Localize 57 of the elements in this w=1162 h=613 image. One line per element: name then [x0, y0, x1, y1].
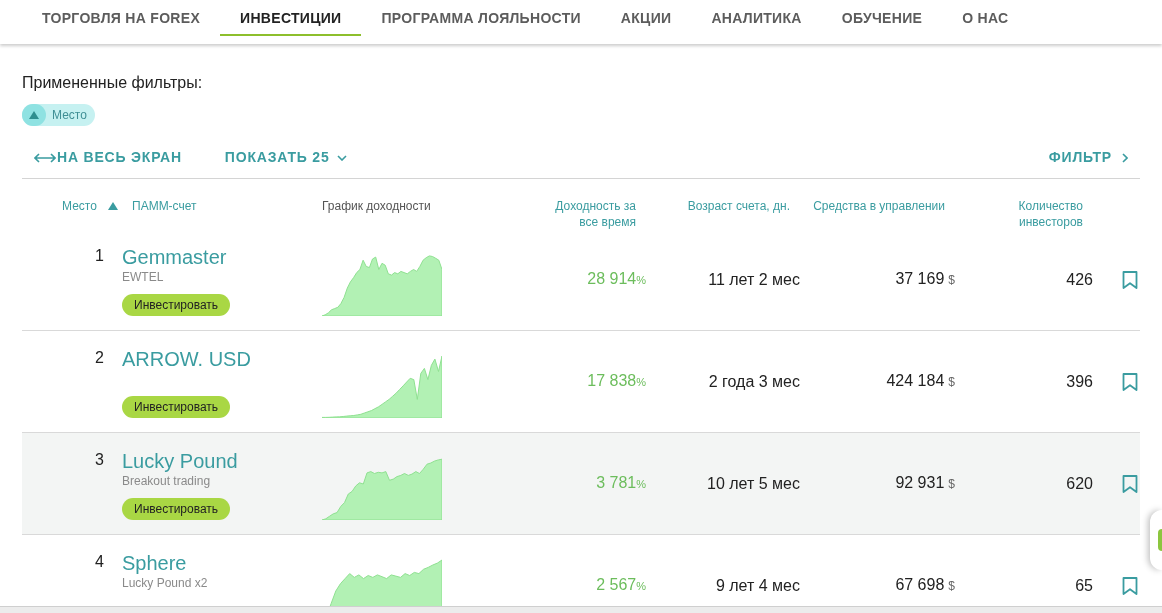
show-count-dropdown[interactable]: ПОКАЗАТЬ 25	[224, 147, 347, 168]
filter-button[interactable]: ФИЛЬТР	[1048, 147, 1128, 168]
nav-tab[interactable]: О НАС	[942, 0, 1029, 36]
nav-tab[interactable]: АНАЛИТИКА	[691, 0, 822, 36]
account-subtitle: Lucky Pound x2	[122, 575, 208, 591]
yield-value: 2 567%	[596, 575, 646, 595]
account-age: 2 года 3 мес	[708, 371, 800, 392]
fullscreen-button[interactable]: НА ВЕСЬ ЭКРАН	[34, 147, 182, 168]
funds-amount: 92 931 $	[895, 473, 955, 493]
yield-value: 28 914%	[587, 269, 646, 289]
column-header[interactable]: Место	[42, 198, 97, 214]
yield-value: 17 838%	[587, 371, 646, 391]
nav-tab[interactable]: ТОРГОВЛЯ НА FOREX	[22, 0, 221, 36]
account-name-link[interactable]: Gemmaster	[122, 245, 227, 269]
funds-amount: 67 698 $	[895, 575, 955, 595]
nav-tab[interactable]: ПРОГРАММА ЛОЯЛЬНОСТИ	[361, 0, 601, 36]
column-header[interactable]: Доходность за все время	[534, 198, 646, 230]
account-name-link[interactable]: Sphere	[122, 551, 187, 575]
applied-filters-title: Примененные фильтры:	[22, 73, 204, 93]
chevron-down-icon	[336, 154, 347, 161]
chevron-right-icon	[1122, 152, 1128, 163]
account-name-link[interactable]: Lucky Pound	[122, 449, 238, 473]
account-subtitle: EWTEL	[122, 269, 164, 285]
bookmark-icon[interactable]	[1122, 576, 1138, 595]
account-subtitle: Breakout trading	[122, 473, 211, 489]
column-header[interactable]: Количество инвесторов	[1013, 198, 1093, 230]
column-header[interactable]: Возраст счета, дн.	[687, 198, 800, 214]
account-name-link[interactable]: ARROW. USD	[122, 347, 251, 371]
nav-tab[interactable]: ОБУЧЕНИЕ	[821, 0, 943, 36]
funds-amount: 37 169 $	[895, 269, 955, 289]
rank-number: 4	[95, 552, 104, 572]
column-header[interactable]: Средства в управлении	[813, 198, 955, 214]
rank-number: 1	[95, 246, 104, 266]
bookmark-icon[interactable]	[1122, 372, 1138, 391]
nav-tab[interactable]: ИНВЕСТИЦИИ	[220, 0, 362, 36]
bookmark-icon[interactable]	[1122, 474, 1138, 493]
investor-count: 426	[1066, 269, 1093, 290]
investor-count: 65	[1075, 575, 1093, 596]
invest-button[interactable]: Инвестировать	[122, 498, 231, 520]
rank-number: 2	[95, 348, 104, 368]
funds-amount: 424 184 $	[886, 371, 955, 391]
column-header[interactable]: ПАММ-счет	[122, 198, 197, 214]
rank-number: 3	[95, 450, 104, 470]
account-age: 10 лет 5 мес	[707, 473, 800, 494]
yield-value: 3 781%	[596, 473, 646, 493]
column-header: График доходности	[322, 198, 431, 214]
account-age: 9 лет 4 мес	[715, 575, 800, 596]
nav-tab[interactable]: АКЦИИ	[600, 0, 692, 36]
invest-button[interactable]: Инвестировать	[122, 396, 231, 418]
investor-count: 396	[1066, 371, 1093, 392]
investor-count: 620	[1066, 473, 1093, 494]
invest-button[interactable]: Инвестировать	[122, 294, 231, 316]
double-arrow-icon	[34, 152, 56, 163]
bookmark-icon[interactable]	[1122, 270, 1138, 289]
account-age: 11 лет 2 мес	[708, 269, 800, 290]
filter-chip[interactable]: Место	[22, 104, 95, 126]
chat-widget-button[interactable]	[1150, 510, 1162, 570]
